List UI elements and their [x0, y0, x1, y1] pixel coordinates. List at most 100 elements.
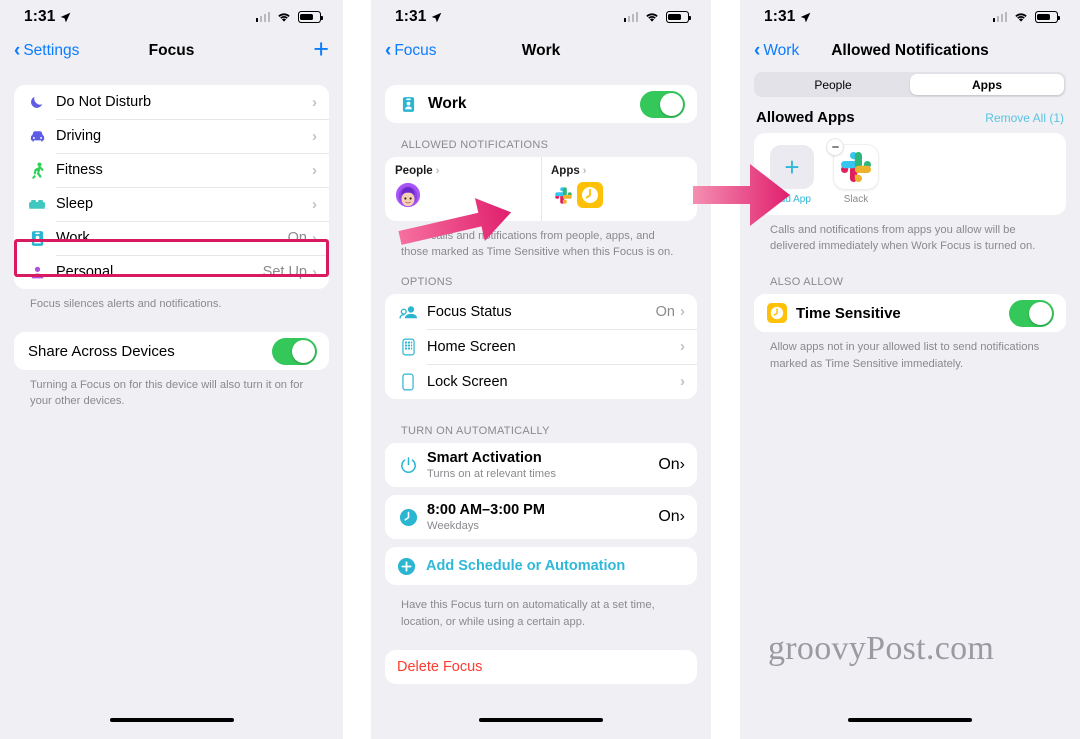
- automation-row-subtitle: Turns on at relevant times: [427, 468, 556, 481]
- automation-row-smart-activation[interactable]: Smart Activation Turns on at relevant ti…: [385, 443, 697, 488]
- smart-activation-group: Smart Activation Turns on at relevant ti…: [385, 443, 697, 488]
- focus-list-footer: Focus silences alerts and notifications.: [30, 298, 222, 310]
- panel1-body: Do Not Disturb › Driving › Fitness › Sle…: [0, 68, 343, 410]
- focus-row-personal[interactable]: Personal Set Up ›: [14, 255, 329, 289]
- share-across-devices-group: Share Across Devices: [14, 332, 329, 371]
- status-bar-time-group: 1:31: [24, 8, 71, 26]
- also-allow-header: ALSO ALLOW: [770, 276, 844, 289]
- focus-row-label: Sleep: [56, 196, 94, 212]
- home-indicator: [848, 717, 972, 722]
- allowed-apps-card: + Add App Slack: [754, 133, 1066, 215]
- add-app-button[interactable]: +: [770, 145, 814, 189]
- avatar-memoji-icon: [395, 182, 421, 208]
- nav-bar: ‹ Work Allowed Notifications: [740, 34, 1080, 68]
- chevron-right-icon: ›: [312, 229, 317, 247]
- slack-icon: [551, 183, 575, 207]
- add-focus-button[interactable]: +: [313, 36, 329, 63]
- options-header: OPTIONS: [401, 276, 453, 289]
- focus-row-do-not-disturb[interactable]: Do Not Disturb ›: [14, 85, 329, 119]
- focus-list-group: Do Not Disturb › Driving › Fitness › Sle…: [14, 85, 329, 289]
- add-schedule-button[interactable]: Add Schedule or Automation: [385, 547, 697, 586]
- turn-on-automatically-footer: Have this Focus turn on automatically at…: [401, 599, 655, 628]
- options-group: Focus Status On › Home Screen › Lock Scr…: [385, 294, 697, 400]
- status-bar-time: 1:31: [24, 8, 56, 25]
- wifi-icon: [646, 13, 658, 22]
- status-bar-time: 1:31: [764, 8, 796, 25]
- options-row-lock-screen[interactable]: Lock Screen ›: [385, 364, 697, 400]
- battery-icon: [1035, 11, 1061, 23]
- options-row-label: Home Screen: [427, 338, 516, 355]
- app-cell-slack: Slack: [827, 139, 880, 205]
- time-sensitive-row[interactable]: Time Sensitive: [754, 294, 1066, 333]
- automation-row-text: 8:00 AM–3:00 PM Weekdays: [427, 501, 658, 534]
- status-bar: 1:31: [740, 0, 1080, 34]
- people-tile-title-group: People ›: [395, 165, 531, 177]
- slack-app-tile[interactable]: [827, 139, 878, 189]
- clock-time-sensitive-icon: [766, 302, 788, 324]
- phone-panel-focus-list: 1:31 ‹ Settings Focus + Do Not Disturb ›…: [0, 0, 343, 739]
- focus-row-work[interactable]: Work On ›: [14, 221, 329, 255]
- cellular-bars-icon: [255, 12, 270, 22]
- chevron-right-icon: ›: [679, 456, 685, 474]
- automation-row-value: On: [658, 508, 680, 526]
- wifi-icon: [278, 13, 290, 22]
- options-row-label: Lock Screen: [427, 373, 508, 390]
- focus-row-driving[interactable]: Driving ›: [14, 119, 329, 153]
- chevron-right-icon: ›: [582, 165, 587, 177]
- minus-badge-icon[interactable]: [827, 139, 843, 155]
- delete-focus-label: Delete Focus: [397, 658, 483, 675]
- cellular-bars-icon: [992, 12, 1007, 22]
- focus-row-label: Do Not Disturb: [56, 94, 152, 110]
- options-row-home-screen[interactable]: Home Screen ›: [385, 329, 697, 365]
- share-across-devices-row[interactable]: Share Across Devices: [14, 332, 329, 371]
- segmented-control: People Apps: [754, 72, 1066, 97]
- work-focus-toggle-row[interactable]: Work: [385, 85, 697, 123]
- chevron-right-icon: ›: [680, 303, 685, 321]
- back-button-settings[interactable]: ‹ Settings: [14, 41, 80, 60]
- focus-status-icon: [397, 301, 419, 323]
- apps-tile-icons: [551, 182, 687, 208]
- location-arrow-icon: [61, 12, 71, 22]
- allowed-notifications-header: ALLOWED NOTIFICATIONS: [401, 139, 549, 151]
- share-across-devices-toggle[interactable]: [272, 337, 317, 365]
- automation-row-schedule[interactable]: 8:00 AM–3:00 PM Weekdays On ›: [385, 495, 697, 540]
- focus-row-fitness[interactable]: Fitness ›: [14, 153, 329, 187]
- apps-tile-title-group: Apps ›: [551, 165, 687, 177]
- back-button-label: Work: [763, 42, 800, 59]
- share-across-devices-footer: Turning a Focus on for this device will …: [30, 379, 304, 408]
- apps-tile[interactable]: Apps ›: [541, 157, 697, 221]
- back-button-focus[interactable]: ‹ Focus: [385, 40, 437, 61]
- nav-bar: ‹ Settings Focus +: [0, 34, 343, 68]
- status-bar: 1:31: [0, 0, 343, 34]
- focus-row-sleep[interactable]: Sleep ›: [14, 187, 329, 221]
- remove-all-button[interactable]: Remove All (1): [985, 111, 1064, 125]
- automation-row-subtitle: Weekdays: [427, 520, 480, 533]
- app-cell-add-app: + Add App: [768, 145, 816, 205]
- delete-focus-button[interactable]: Delete Focus: [385, 649, 697, 684]
- add-app-caption: Add App: [773, 194, 811, 205]
- back-button-label: Settings: [23, 42, 80, 59]
- lock-screen-icon: [397, 371, 419, 393]
- back-button-work[interactable]: ‹ Work: [754, 40, 800, 61]
- work-focus-toggle[interactable]: [640, 90, 685, 118]
- automation-row-value: On: [658, 456, 680, 474]
- chevron-right-icon: ›: [312, 161, 317, 179]
- chevron-right-icon: ›: [679, 508, 685, 526]
- person-icon: [26, 261, 48, 283]
- phone-panel-work-focus: 1:31 ‹ Focus Work Work ALLOWED NOTIFICAT…: [371, 0, 711, 739]
- chevron-left-icon: ‹: [754, 40, 761, 61]
- segment-apps[interactable]: Apps: [910, 74, 1064, 95]
- time-sensitive-toggle[interactable]: [1009, 299, 1054, 327]
- panel2-body: Work ALLOWED NOTIFICATIONS People › Apps…: [371, 68, 711, 684]
- chevron-left-icon: ‹: [385, 40, 392, 61]
- clock-time-sensitive-icon: [577, 182, 603, 208]
- id-badge-icon: [397, 93, 419, 115]
- battery-icon: [666, 11, 692, 23]
- automation-row-title: 8:00 AM–3:00 PM: [427, 502, 545, 519]
- segment-people[interactable]: People: [756, 74, 910, 95]
- people-tile-avatars: [395, 182, 531, 208]
- people-tile[interactable]: People ›: [385, 157, 541, 221]
- cellular-bars-icon: [623, 12, 638, 22]
- share-across-devices-label: Share Across Devices: [28, 342, 175, 360]
- options-row-focus-status[interactable]: Focus Status On ›: [385, 294, 697, 330]
